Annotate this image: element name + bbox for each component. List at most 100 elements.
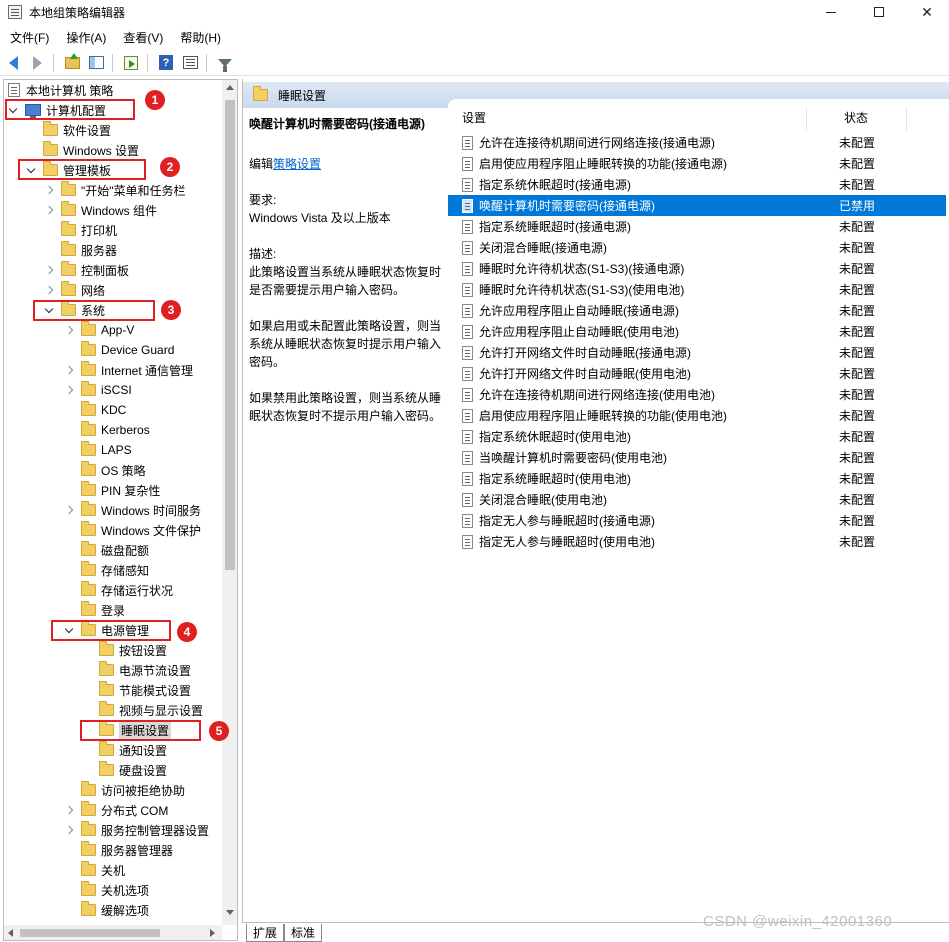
chevron-right-icon[interactable] <box>44 185 54 195</box>
tree-item[interactable]: 网络 <box>44 280 105 300</box>
policy-row[interactable]: 指定无人参与睡眠超时(接通电源) 未配置 <box>448 510 946 531</box>
show-hide-tree-button[interactable] <box>85 53 107 73</box>
policy-row[interactable]: 指定系统睡眠超时(接通电源) 未配置 <box>448 216 946 237</box>
column-header-setting[interactable]: 设置 <box>462 109 486 126</box>
tree-item[interactable]: OS 策略 <box>64 460 146 480</box>
tree-horizontal-scrollbar[interactable] <box>4 925 222 940</box>
tree-item[interactable]: Internet 通信管理 <box>64 360 193 380</box>
tree-item[interactable]: iSCSI <box>64 380 132 400</box>
tree-item[interactable]: 存储感知 <box>64 560 149 580</box>
policy-row[interactable]: 允许应用程序阻止自动睡眠(使用电池) 未配置 <box>448 321 946 342</box>
chevron-right-icon[interactable] <box>64 505 74 515</box>
tree-item[interactable]: 节能模式设置 <box>82 680 191 700</box>
policy-row[interactable]: 关闭混合睡眠(使用电池) 未配置 <box>448 489 946 510</box>
policy-row[interactable]: 启用使应用程序阻止睡眠转换的功能(接通电源) 未配置 <box>448 153 946 174</box>
tree-item[interactable]: 服务控制管理器设置 <box>64 820 209 840</box>
up-one-level-button[interactable] <box>61 52 83 73</box>
policy-row[interactable]: 启用使应用程序阻止睡眠转换的功能(使用电池) 未配置 <box>448 405 946 426</box>
back-button[interactable] <box>2 53 24 73</box>
column-header-state[interactable]: 状态 <box>844 109 868 126</box>
tree-item[interactable]: 电源节流设置 <box>82 660 191 680</box>
scroll-right-arrow-icon[interactable] <box>210 929 215 937</box>
tree-item[interactable]: "开始"菜单和任务栏 <box>44 180 186 200</box>
properties-button[interactable] <box>179 53 201 73</box>
tree-item[interactable]: 服务器管理器 <box>64 840 173 860</box>
chevron-right-icon[interactable] <box>44 285 54 295</box>
tree-item[interactable]: Windows 设置 <box>26 140 139 160</box>
tree-item[interactable]: 缓解选项 <box>64 900 149 920</box>
chevron-right-icon[interactable] <box>44 265 54 275</box>
chevron-right-icon[interactable] <box>64 385 74 395</box>
tree-item[interactable]: 视频与显示设置 <box>82 700 203 720</box>
filter-button[interactable] <box>214 53 236 73</box>
tree-item[interactable]: Windows 文件保护 <box>64 520 201 540</box>
forward-button[interactable] <box>26 53 48 73</box>
help-button[interactable]: ? <box>155 53 177 73</box>
scroll-down-arrow-icon[interactable] <box>226 910 234 915</box>
tree-item[interactable]: Windows 组件 <box>44 200 157 220</box>
scroll-thumb[interactable] <box>225 100 235 570</box>
scroll-up-arrow-icon[interactable] <box>226 85 234 90</box>
tree-item[interactable]: 服务器 <box>44 240 117 260</box>
policy-row[interactable]: 关闭混合睡眠(接通电源) 未配置 <box>448 237 946 258</box>
policy-row[interactable]: 允许在连接待机期间进行网络连接(使用电池) 未配置 <box>448 384 946 405</box>
settings-list[interactable]: 设置 状态 允许在连接待机期间进行网络连接(接通电源) 未配置 启用使应用程序阻止睡… <box>448 99 949 939</box>
tree-item[interactable]: 关机 <box>64 860 125 880</box>
tree-item[interactable]: KDC <box>64 400 126 420</box>
chevron-right-icon[interactable] <box>64 365 74 375</box>
tree-item[interactable]: 登录 <box>64 600 125 620</box>
tree-item[interactable]: 控制面板 <box>44 260 129 280</box>
chevron-right-icon[interactable] <box>64 325 74 335</box>
tree-item[interactable]: 访问被拒绝协助 <box>64 780 185 800</box>
tree-item[interactable]: Kerberos <box>64 420 150 440</box>
tree-item[interactable]: PIN 复杂性 <box>64 480 160 500</box>
tree-item[interactable]: 按钮设置 <box>82 640 167 660</box>
policy-row[interactable]: 允许打开网络文件时自动睡眠(接通电源) 未配置 <box>448 342 946 363</box>
policy-row[interactable]: 指定无人参与睡眠超时(使用电池) 未配置 <box>448 531 946 552</box>
chevron-right-icon[interactable] <box>64 805 74 815</box>
menu-view[interactable]: 查看(V) <box>113 29 170 46</box>
tree-vertical-scrollbar[interactable] <box>222 80 237 925</box>
policy-row[interactable]: 允许打开网络文件时自动睡眠(使用电池) 未配置 <box>448 363 946 384</box>
menu-help[interactable]: 帮助(H) <box>170 29 228 46</box>
policy-row[interactable]: 指定系统休眠超时(使用电池) 未配置 <box>448 426 946 447</box>
tree-item[interactable]: 打印机 <box>44 220 117 240</box>
tab-standard[interactable]: 标准 <box>284 924 323 942</box>
policy-row[interactable]: 指定系统休眠超时(接通电源) 未配置 <box>448 174 946 195</box>
tree-item[interactable]: 通知设置 <box>82 740 167 760</box>
chevron-right-icon[interactable] <box>64 825 74 835</box>
tree-item[interactable]: LAPS <box>64 440 132 460</box>
tree-item-label: 登录 <box>101 603 126 618</box>
tree-item[interactable]: Windows 时间服务 <box>64 500 201 520</box>
column-separator[interactable] <box>906 107 907 131</box>
tree-root[interactable]: 本地计算机 策略 <box>8 80 113 100</box>
tree-item[interactable]: 磁盘配额 <box>64 540 149 560</box>
tree-item[interactable]: App-V <box>64 320 134 340</box>
export-list-button[interactable] <box>120 53 142 73</box>
console-tree[interactable]: 本地计算机 策略 计算机配置 软件设置 Windows 设置 管理模板 "开始"菜单和任… <box>3 79 238 941</box>
chevron-right-icon[interactable] <box>44 205 54 215</box>
close-button[interactable]: ✕ <box>904 0 949 24</box>
tree-item[interactable]: 关机选项 <box>64 880 149 900</box>
policy-row[interactable]: 允许应用程序阻止自动睡眠(接通电源) 未配置 <box>448 300 946 321</box>
menu-action[interactable]: 操作(A) <box>56 29 113 46</box>
policy-row[interactable]: 唤醒计算机时需要密码(接通电源) 已禁用 <box>448 195 946 216</box>
tree-item[interactable]: 软件设置 <box>26 120 111 140</box>
tree-item[interactable]: 分布式 COM <box>64 800 168 820</box>
policy-row[interactable]: 指定系统睡眠超时(使用电池) 未配置 <box>448 468 946 489</box>
edit-policy-link[interactable]: 策略设置 <box>273 157 321 171</box>
scroll-thumb[interactable] <box>20 929 160 937</box>
column-separator[interactable] <box>806 107 807 131</box>
tab-extended[interactable]: 扩展 <box>246 924 285 942</box>
policy-row[interactable]: 睡眠时允许待机状态(S1-S3)(接通电源) 未配置 <box>448 258 946 279</box>
tree-item[interactable]: 硬盘设置 <box>82 760 167 780</box>
scroll-left-arrow-icon[interactable] <box>8 929 13 937</box>
policy-row[interactable]: 允许在连接待机期间进行网络连接(接通电源) 未配置 <box>448 132 946 153</box>
maximize-button[interactable] <box>856 0 902 24</box>
policy-row[interactable]: 睡眠时允许待机状态(S1-S3)(使用电池) 未配置 <box>448 279 946 300</box>
menu-file[interactable]: 文件(F) <box>0 29 56 46</box>
minimize-button[interactable] <box>808 0 854 24</box>
policy-row[interactable]: 当唤醒计算机时需要密码(使用电池) 未配置 <box>448 447 946 468</box>
tree-item[interactable]: Device Guard <box>64 340 174 360</box>
tree-item[interactable]: 存储运行状况 <box>64 580 173 600</box>
